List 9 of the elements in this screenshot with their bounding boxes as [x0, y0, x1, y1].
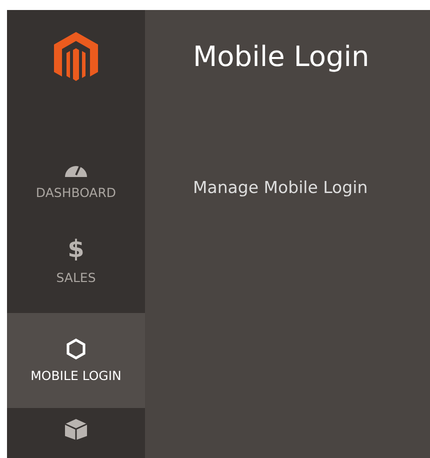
sidebar-item[interactable]: $ SALES	[7, 218, 145, 303]
box-icon	[64, 418, 88, 440]
logo-icon	[54, 32, 98, 84]
sidebar-item[interactable]: DASHBOARD	[7, 143, 145, 218]
dollar-icon: $	[68, 236, 84, 262]
menu-link[interactable]: Manage Mobile Login	[193, 178, 368, 197]
page-title: Mobile Login	[193, 40, 370, 73]
hexagon-icon	[66, 338, 86, 360]
sidebar-item[interactable]: MOBILE LOGIN	[7, 313, 145, 408]
